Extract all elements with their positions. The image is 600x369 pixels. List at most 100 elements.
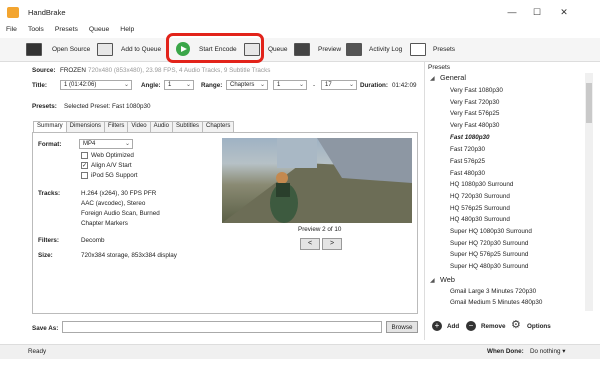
preset-item[interactable]: HQ 576p25 Surround	[450, 205, 510, 212]
open-source-button[interactable]: Open Source	[52, 46, 90, 53]
ipod-checkbox[interactable]	[81, 172, 88, 179]
add-to-queue-icon	[97, 43, 113, 56]
range-start-value: 1	[277, 82, 281, 88]
status-text: Ready	[28, 348, 47, 355]
source-details: 720x480 (853x480), 23.98 FPS, 4 Audio Tr…	[88, 67, 271, 74]
preset-item[interactable]: Super HQ 480p30 Surround	[450, 263, 528, 270]
preset-item[interactable]: Fast 480p30	[450, 170, 485, 177]
format-value: MP4	[83, 141, 96, 147]
preset-item[interactable]: HQ 1080p30 Surround	[450, 181, 513, 188]
remove-icon[interactable]: −	[466, 321, 476, 331]
preset-item[interactable]: Very Fast 576p25	[450, 110, 499, 117]
preset-item[interactable]: Very Fast 1080p30	[450, 87, 503, 94]
presets-button[interactable]: Presets	[433, 46, 455, 53]
preset-item[interactable]: Super HQ 720p30 Surround	[450, 240, 528, 247]
preset-item[interactable]: Gmail Large 3 Minutes 720p30	[450, 288, 536, 295]
preset-item[interactable]: Fast 720p30	[450, 146, 485, 153]
title-value: 1 (01:42:06)	[64, 82, 97, 88]
collapse-general-icon[interactable]: ◢	[430, 75, 435, 82]
activity-log-icon	[346, 43, 362, 56]
tab-video[interactable]: Video	[127, 121, 151, 132]
options-button[interactable]: Options	[527, 323, 551, 330]
chevron-down-icon: ⌄	[124, 141, 130, 147]
scrollbar-thumb[interactable]	[586, 83, 592, 123]
range-start-select[interactable]: 1 ⌄	[273, 80, 307, 90]
web-optimized-checkbox[interactable]	[81, 152, 88, 159]
preset-item[interactable]: Fast 576p25	[450, 158, 485, 165]
gear-icon[interactable]: ⚙	[511, 320, 521, 331]
maximize-button[interactable]: ☐	[530, 6, 544, 18]
start-encode-highlight	[166, 33, 264, 63]
toolbar: Open Source Add to Queue Start Encode Qu…	[0, 38, 600, 62]
menu-help[interactable]: Help	[114, 24, 139, 37]
when-done-label: When Done:	[487, 348, 524, 355]
source-name: FROZEN	[60, 67, 86, 74]
menu-presets[interactable]: Presets	[49, 24, 83, 37]
source-label: Source:	[32, 67, 56, 74]
track-item: AAC (avcodec), Stereo	[81, 200, 146, 207]
save-as-input[interactable]	[62, 321, 382, 333]
add-icon[interactable]: +	[432, 321, 442, 331]
tab-audio[interactable]: Audio	[149, 121, 173, 132]
menu-queue[interactable]: Queue	[83, 24, 114, 37]
when-done-select[interactable]: Do nothing ▾	[530, 348, 565, 355]
title-select[interactable]: 1 (01:42:06) ⌄	[60, 80, 132, 90]
tracks-label: Tracks:	[38, 190, 61, 197]
tab-dimensions[interactable]: Dimensions	[65, 121, 106, 132]
minimize-button[interactable]: —	[505, 6, 519, 18]
preset-item[interactable]: Very Fast 720p30	[450, 99, 499, 106]
preview-button[interactable]: Preview	[318, 46, 341, 53]
preset-item[interactable]: Very Fast 480p30	[450, 122, 499, 129]
remove-preset-button[interactable]: Remove	[481, 323, 506, 330]
ipod-label: iPod 5G Support	[91, 172, 138, 179]
preset-item[interactable]: Super HQ 576p25 Surround	[450, 251, 528, 258]
tab-filters[interactable]: Filters	[104, 121, 129, 132]
duration-label: Duration:	[360, 82, 388, 89]
preset-item[interactable]: HQ 720p30 Surround	[450, 193, 510, 200]
queue-button[interactable]: Queue	[268, 46, 288, 53]
close-button[interactable]: ✕	[557, 6, 571, 18]
track-item: H.264 (x264), 30 FPS PFR	[81, 190, 157, 197]
presets-label: Presets:	[32, 103, 57, 110]
browse-button[interactable]: Browse	[386, 321, 418, 333]
size-label: Size:	[38, 252, 53, 259]
tab-subtitles[interactable]: Subtitles	[171, 121, 203, 132]
collapse-web-icon[interactable]: ◢	[430, 277, 435, 284]
handbrake-app-icon	[7, 7, 19, 18]
preview-icon	[294, 43, 310, 56]
format-select[interactable]: MP4 ⌄	[79, 139, 133, 149]
chevron-down-icon: ⌄	[259, 82, 265, 88]
presets-scrollbar[interactable]	[585, 73, 593, 311]
preview-next-button[interactable]: >	[322, 238, 342, 250]
preset-item-selected[interactable]: Fast 1080p30	[450, 134, 490, 141]
preview-image	[222, 138, 412, 223]
title-bar: HandBrake — ☐ ✕	[0, 0, 600, 24]
menu-file[interactable]: File	[0, 24, 22, 37]
web-optimized-label: Web Optimized	[91, 152, 134, 159]
tab-bar: Summary Dimensions Filters Video Audio S…	[33, 121, 235, 133]
preview-caption: Preview 2 of 10	[298, 226, 342, 233]
range-type-select[interactable]: Chapters ⌄	[226, 80, 268, 90]
menu-tools[interactable]: Tools	[22, 24, 49, 37]
tab-chapters[interactable]: Chapters	[202, 121, 235, 132]
preset-item[interactable]: Gmail Medium 5 Minutes 480p30	[450, 299, 542, 306]
angle-select[interactable]: 1 ⌄	[164, 80, 194, 90]
format-label: Format:	[38, 141, 62, 148]
add-preset-button[interactable]: Add	[447, 323, 459, 330]
range-end-select[interactable]: 17 ⌄	[321, 80, 357, 90]
preset-group-web[interactable]: Web	[440, 275, 455, 284]
preview-prev-button[interactable]: <	[300, 238, 320, 250]
angle-value: 1	[168, 82, 172, 88]
preset-item[interactable]: HQ 480p30 Surround	[450, 216, 510, 223]
align-av-label: Align A/V Start	[91, 162, 132, 169]
align-av-checkbox[interactable]: ✓	[81, 162, 88, 169]
open-source-icon	[26, 43, 42, 56]
save-as-label: Save As:	[32, 325, 59, 332]
title-label: Title:	[32, 82, 47, 89]
preset-group-general[interactable]: General	[440, 73, 466, 82]
chevron-down-icon: ⌄	[185, 82, 191, 88]
add-to-queue-button[interactable]: Add to Queue	[121, 46, 161, 53]
activity-log-button[interactable]: Activity Log	[369, 46, 402, 53]
chevron-down-icon: ⌄	[123, 82, 129, 88]
preset-item[interactable]: Super HQ 1080p30 Surround	[450, 228, 532, 235]
